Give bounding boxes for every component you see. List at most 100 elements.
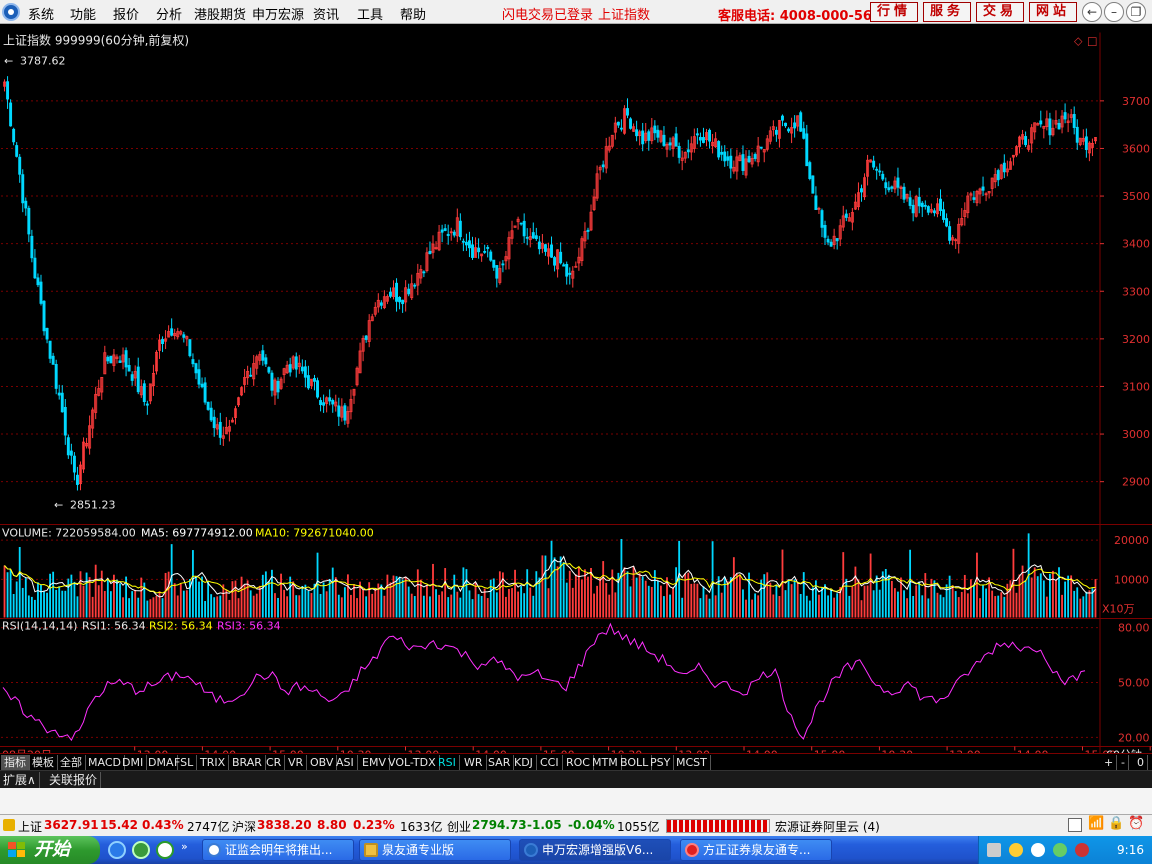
candle-body	[726, 156, 730, 161]
menu-analysis[interactable]: 分析	[156, 4, 182, 23]
panel-remove-button[interactable]: -	[1118, 755, 1129, 770]
chart-maximize-icon[interactable]: □	[1087, 35, 1097, 48]
indicator-tab-cr[interactable]: CR	[263, 755, 286, 770]
candle-body	[136, 366, 140, 393]
candle-body	[923, 204, 927, 207]
indicator-tab-fsl[interactable]: FSL	[171, 755, 198, 770]
chart-options-icon[interactable]: ◇	[1074, 35, 1083, 48]
indicator-tab-cci[interactable]: CCI	[537, 755, 563, 770]
tray-app-icon[interactable]	[1075, 843, 1089, 857]
wifi-icon[interactable]: 📶	[1088, 816, 1104, 831]
ie-icon[interactable]	[108, 841, 126, 859]
menu-help[interactable]: 帮助	[400, 4, 426, 23]
expand-tab[interactable]: 扩展∧	[0, 772, 40, 788]
candle-body	[674, 133, 678, 147]
index-link[interactable]: 上证指数	[598, 4, 650, 23]
tray-security-icon[interactable]	[1053, 843, 1067, 857]
candle-body	[881, 173, 885, 180]
lock-icon[interactable]: 🔒	[1108, 816, 1124, 831]
candle-body	[413, 284, 417, 287]
candle-body	[264, 357, 268, 365]
menu-hk-futures[interactable]: 港股期货	[194, 4, 246, 23]
menu-system[interactable]: 系统	[28, 4, 54, 23]
tray-network-icon[interactable]	[1009, 843, 1023, 857]
indicator-tab-0[interactable]: 指标	[1, 755, 30, 770]
indicator-tab-mcst[interactable]: MCST	[673, 755, 711, 770]
nav-quotes-button[interactable]: 行情	[870, 2, 918, 22]
cy-value: 2794.73	[472, 818, 527, 832]
candle-body	[57, 392, 61, 396]
back-icon[interactable]: ←	[1082, 2, 1102, 22]
panel-add-button[interactable]: +	[1101, 755, 1118, 770]
broker-label[interactable]: 宏源证券阿里云 (4)	[775, 818, 880, 835]
clock[interactable]: 9:16	[1117, 843, 1144, 857]
indicator-tab-2[interactable]: 全部	[57, 755, 86, 770]
candle-body	[939, 198, 942, 211]
candle-body	[440, 229, 444, 233]
desktop-icon[interactable]	[132, 841, 150, 859]
rsi2-value: RSI2: 56.34	[149, 620, 213, 633]
browser-icon[interactable]	[156, 841, 174, 859]
menu-news[interactable]: 资讯	[313, 4, 339, 23]
quicklaunch-more-icon[interactable]: »	[181, 840, 188, 853]
candle-body	[717, 141, 721, 158]
panel-reset-button[interactable]: 0	[1134, 755, 1148, 770]
login-notice[interactable]: 闪电交易已登录	[502, 4, 593, 23]
candlestick-series	[3, 76, 1097, 491]
alarm-icon[interactable]: ⏰	[1128, 816, 1144, 831]
sh-amount: 2747亿	[187, 820, 230, 834]
candle-body	[902, 186, 906, 200]
menu-tools[interactable]: 工具	[357, 4, 383, 23]
rsi-label: RSI(14,14,14)	[2, 620, 77, 633]
related-quotes-tab[interactable]: 关联报价	[46, 772, 102, 788]
start-button[interactable]: 开始	[0, 836, 100, 864]
nav-website-button[interactable]: 网站	[1029, 2, 1077, 22]
candle-body	[656, 129, 660, 138]
high-label: 3787.62	[20, 55, 66, 68]
indicator-tab-brar[interactable]: BRAR	[229, 755, 266, 770]
task-folder[interactable]: 泉友通专业版	[359, 839, 511, 861]
candle-body	[33, 257, 37, 279]
task-news[interactable]: 证监会明年将推出...	[202, 839, 354, 861]
restore-icon[interactable]: ❐	[1126, 2, 1146, 22]
candle-body	[69, 450, 73, 456]
tray-volume-icon[interactable]	[1031, 843, 1045, 857]
tray-keyboard-icon[interactable]	[987, 843, 1001, 857]
menu-quote[interactable]: 报价	[113, 4, 139, 23]
minimize-icon[interactable]: –	[1104, 2, 1124, 22]
candle-body	[799, 112, 803, 132]
candle-body	[288, 364, 292, 373]
indicator-tab-voltdx[interactable]: VOL-TDX	[385, 755, 440, 770]
task-founder[interactable]: 方正证券泉友通专...	[680, 839, 832, 861]
indicator-tab-trix[interactable]: TRIX	[197, 755, 230, 770]
candle-body	[495, 265, 499, 279]
indicator-tab-asi[interactable]: ASI	[333, 755, 358, 770]
indicator-tab-kdj[interactable]: KDJ	[511, 755, 537, 770]
menu-function[interactable]: 功能	[70, 4, 96, 23]
candle-body	[188, 339, 192, 357]
candle-body	[24, 200, 28, 209]
nav-service-button[interactable]: 服务	[923, 2, 971, 22]
task-swhy[interactable]: 申万宏源增强版V6...	[519, 839, 671, 861]
indicator-tab-1[interactable]: 模板	[29, 755, 58, 770]
candle-body	[1063, 112, 1067, 120]
menu-swhy[interactable]: 申万宏源	[252, 4, 304, 23]
candle-body	[364, 335, 368, 340]
chart-area[interactable]: 2900 3000 3100 3200 3300 3400 3500 3600 3700 1000…	[0, 24, 1152, 770]
indicator-tab-wr[interactable]: WR	[461, 755, 487, 770]
candle-body	[30, 235, 34, 259]
candle-body	[550, 244, 553, 258]
indicator-tab-psy[interactable]: PSY	[647, 755, 675, 770]
market-breadth-indicator	[666, 819, 770, 833]
nav-trade-button[interactable]: 交易	[976, 2, 1024, 22]
indicator-tab-rsi[interactable]: RSI	[435, 755, 460, 770]
candle-body	[1048, 118, 1052, 136]
app-logo-icon[interactable]	[2, 3, 20, 21]
indicator-tab-dmi[interactable]: DMI	[119, 755, 148, 770]
candle-body	[316, 380, 319, 398]
candle-body	[63, 406, 67, 436]
indicator-tab-sar[interactable]: SAR	[485, 755, 515, 770]
window-icon[interactable]	[1068, 818, 1082, 832]
candle-body	[464, 241, 468, 246]
indicator-tab-vr[interactable]: VR	[285, 755, 308, 770]
